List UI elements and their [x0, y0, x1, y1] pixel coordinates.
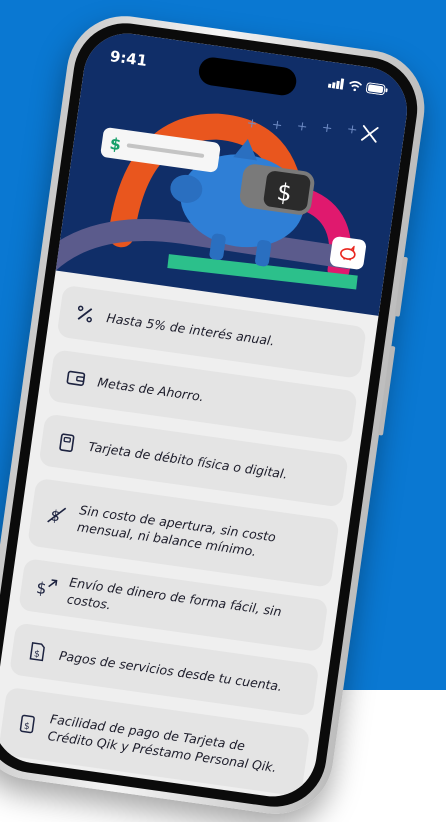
percent-icon [73, 302, 98, 327]
wifi-icon [348, 79, 363, 92]
money-send-icon: $ [34, 575, 59, 600]
currency-symbol: $ [109, 133, 123, 153]
feature-label: Hasta 5% de interés anual. [106, 309, 276, 349]
signal-icon [328, 77, 345, 90]
feature-label: Pagos de servicios desde tu cuenta. [58, 646, 283, 694]
feature-label: Sin costo de apertura, sin costo mensual… [76, 501, 323, 569]
feature-label: Metas de Ahorro. [96, 373, 204, 405]
no-fee-icon: $ [44, 503, 69, 528]
piggy-badge [329, 236, 367, 270]
feature-label: Facilidad de pago de Tarjeta de Crédito … [47, 710, 294, 778]
amount-placeholder-bar [127, 143, 205, 158]
close-button[interactable] [354, 118, 386, 150]
close-icon [360, 124, 380, 144]
feature-label: Tarjeta de débito física o digital. [87, 437, 288, 482]
bill-pay-icon: $ [25, 639, 50, 664]
promo-header: $ 9:41 [56, 28, 413, 316]
svg-text:$: $ [33, 649, 40, 660]
svg-text:$: $ [35, 578, 48, 598]
card-icon [54, 430, 79, 455]
credit-pay-icon: $ [15, 712, 40, 737]
wallet-icon [63, 366, 88, 391]
svg-text:$: $ [23, 722, 30, 733]
feature-label: Envío de dinero de forma fácil, sin cost… [66, 574, 313, 642]
features-list: Hasta 5% de interés anual. Metas de Ahor… [0, 285, 367, 797]
piggy-icon [337, 244, 359, 263]
